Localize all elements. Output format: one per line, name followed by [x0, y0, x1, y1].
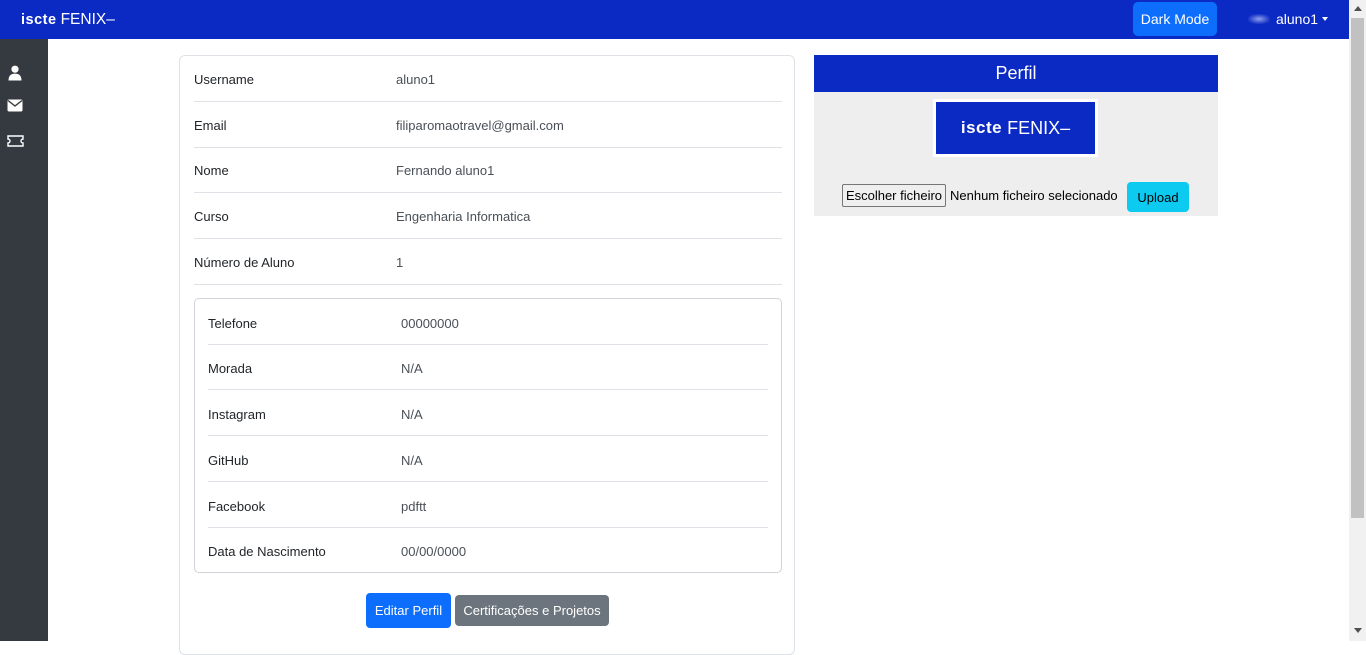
scroll-down-icon[interactable]: [1354, 628, 1362, 633]
username-label: aluno1: [1276, 11, 1319, 27]
field-row-email: Email filiparomaotravel@gmail.com: [194, 102, 782, 148]
scroll-up-icon[interactable]: [1354, 6, 1362, 11]
contact-card: Telefone 00000000 Morada N/A Instagram N…: [194, 298, 782, 573]
brand-dash: –: [106, 11, 115, 28]
brand-logo[interactable]: iscte FENIX–: [21, 10, 115, 30]
field-value: Fernando aluno1: [396, 163, 495, 178]
field-label: Telefone: [208, 316, 258, 331]
field-label: Data de Nascimento: [208, 544, 326, 559]
field-label: Instagram: [208, 407, 266, 422]
field-label: Username: [194, 72, 254, 87]
field-row-nome: Nome Fernando aluno1: [194, 147, 782, 193]
field-value: 00000000: [401, 316, 459, 331]
field-label: GitHub: [208, 453, 249, 468]
user-icon[interactable]: [6, 64, 24, 82]
avatar: [1248, 14, 1270, 24]
contact-row-instagram: Instagram N/A: [208, 390, 768, 436]
contact-row-facebook: Facebook pdftt: [208, 482, 768, 528]
field-value: Engenharia Informatica: [396, 209, 531, 224]
contact-row-telefone: Telefone 00000000: [208, 299, 768, 345]
field-label: Curso: [194, 209, 229, 224]
choose-file-button[interactable]: Escolher ficheiro: [842, 184, 946, 207]
contact-row-morada: Morada N/A: [208, 344, 768, 390]
field-label: Facebook: [208, 499, 266, 514]
profile-card: Username aluno1 Email filiparomaotravel@…: [179, 55, 795, 655]
sidebar: [0, 39, 48, 641]
brand-fenix-text: FENIX: [60, 11, 107, 28]
field-value: 00/00/0000: [401, 544, 467, 559]
perfil-panel: Perfil iscte FENIX – Escolher ficheiro Nen…: [814, 55, 1218, 216]
user-menu-dropdown[interactable]: aluno1: [1248, 9, 1329, 29]
upload-button[interactable]: Upload: [1127, 182, 1189, 212]
field-row-curso: Curso Engenharia Informatica: [194, 193, 782, 239]
field-label: Número de Aluno: [194, 255, 295, 270]
field-value: N/A: [401, 453, 423, 468]
scrollbar-thumb[interactable]: [1351, 18, 1364, 518]
profile-logo-image: iscte FENIX –: [936, 102, 1095, 154]
file-status-text: Nenhum ficheiro selecionado: [950, 188, 1118, 203]
dark-mode-button[interactable]: Dark Mode: [1133, 2, 1217, 36]
perfil-title: Perfil: [814, 55, 1218, 92]
field-value: N/A: [401, 407, 423, 422]
field-label: Morada: [208, 361, 253, 376]
field-row-numero-aluno: Número de Aluno 1: [194, 239, 782, 285]
field-value: pdftt: [401, 499, 427, 514]
envelope-icon[interactable]: [6, 96, 24, 114]
logo-iscte-text: iscte: [960, 118, 1003, 137]
logo-fenix-text: FENIX: [1007, 117, 1061, 138]
profile-picture: iscte FENIX –: [933, 99, 1098, 157]
logo-dash: –: [1060, 117, 1071, 138]
brand-iscte-text: iscte: [21, 12, 57, 28]
contact-row-github: GitHub N/A: [208, 436, 768, 482]
top-navbar: iscte FENIX– Dark Mode aluno1: [0, 0, 1366, 39]
caret-down-icon: [1322, 17, 1329, 21]
field-label: Email: [194, 118, 227, 133]
contact-row-data-nascimento: Data de Nascimento 00/00/0000: [208, 527, 768, 573]
edit-profile-button[interactable]: Editar Perfil: [366, 593, 451, 628]
ticket-icon[interactable]: [6, 132, 24, 150]
field-label: Nome: [194, 163, 229, 178]
certifications-projects-button[interactable]: Certificações e Projetos: [455, 595, 609, 626]
field-value: filiparomaotravel@gmail.com: [396, 118, 564, 133]
field-row-username: Username aluno1: [194, 56, 782, 102]
field-value: aluno1: [396, 72, 436, 87]
field-value: N/A: [401, 361, 423, 376]
field-value: 1: [396, 255, 404, 270]
